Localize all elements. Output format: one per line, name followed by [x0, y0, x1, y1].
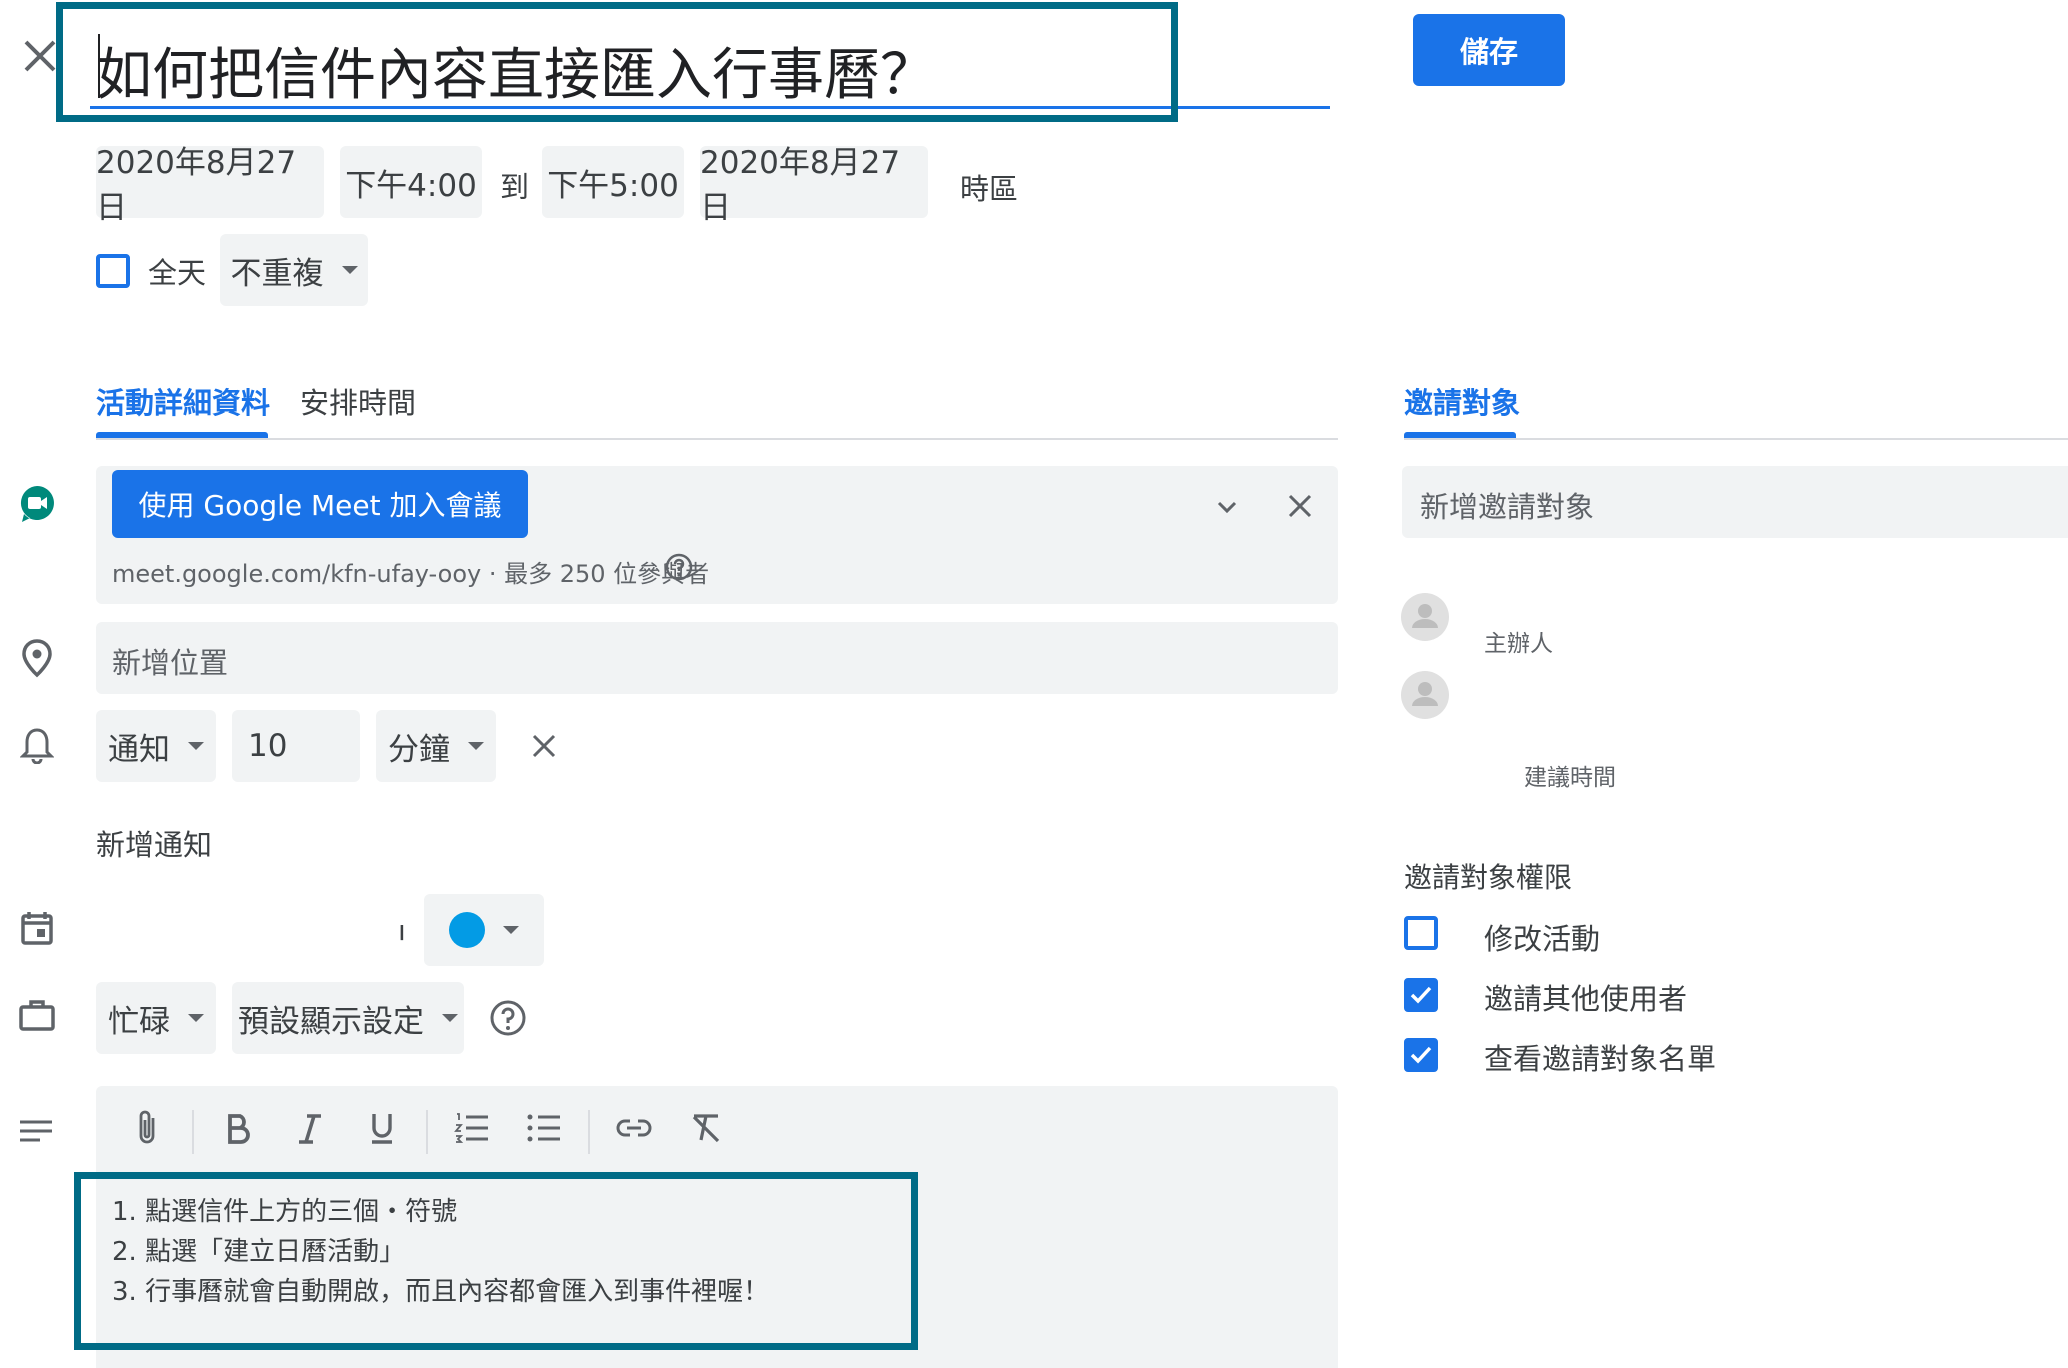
start-time-text: 下午4:00 — [345, 167, 477, 204]
tab-find-time[interactable]: 安排時間 — [300, 380, 416, 422]
modify-event-checkbox[interactable] — [1404, 916, 1438, 950]
bulleted-list-button[interactable] — [520, 1104, 568, 1152]
save-button[interactable]: 儲存 — [1413, 14, 1565, 86]
description-icon — [20, 1120, 52, 1142]
invite-others-label: 邀請其他使用者 — [1484, 982, 1688, 1016]
all-day-label: 全天 — [148, 256, 207, 290]
chevron-down-icon[interactable] — [1212, 492, 1242, 522]
attachment-button[interactable] — [124, 1104, 172, 1152]
location-input[interactable]: 新增位置 — [96, 622, 1338, 694]
invite-others-checkbox[interactable] — [1404, 978, 1438, 1012]
suggest-times-button[interactable]: 建議時間 — [1524, 758, 1616, 792]
notification-value-text: 10 — [248, 728, 288, 764]
clear-formatting-button[interactable] — [682, 1104, 730, 1152]
numbered-list-button[interactable] — [448, 1104, 496, 1152]
bulleted-list-icon — [527, 1114, 560, 1142]
notification-type-text: 通知 — [108, 731, 170, 768]
bell-icon — [20, 728, 54, 764]
end-date-text: 2020年8月27日 — [700, 145, 901, 226]
google-meet-icon — [20, 486, 54, 522]
paperclip-icon — [139, 1110, 155, 1144]
end-date-field[interactable]: 2020年8月27日 — [700, 145, 928, 226]
repeat-text: 不重複 — [230, 255, 324, 292]
chevron-down-icon — [468, 742, 484, 750]
modify-event-label: 修改活動 — [1484, 922, 1601, 956]
organizer-label: 主辦人 — [1484, 631, 1553, 657]
help-icon[interactable] — [488, 998, 528, 1038]
end-time-text: 下午5:00 — [547, 167, 679, 204]
start-date-field[interactable]: 2020年8月27日 — [96, 145, 324, 226]
see-guest-list-label: 查看邀請對象名單 — [1484, 1042, 1717, 1076]
check-icon — [1410, 1046, 1432, 1064]
chevron-down-icon — [503, 926, 519, 934]
chevron-down-icon — [188, 742, 204, 750]
toolbar-separator — [588, 1110, 590, 1154]
calendar-icon — [21, 912, 53, 945]
underline-icon — [372, 1114, 392, 1144]
notification-type-dropdown[interactable]: 通知 — [96, 710, 216, 782]
remove-meet-icon[interactable] — [1284, 490, 1316, 522]
add-guests-placeholder: 新增邀請對象 — [1420, 490, 1595, 524]
repeat-dropdown[interactable]: 不重複 — [220, 234, 368, 306]
check-icon — [1410, 986, 1432, 1004]
link-button[interactable] — [610, 1104, 658, 1152]
event-color-dropdown[interactable] — [424, 894, 544, 966]
bold-button[interactable] — [214, 1104, 262, 1152]
description-highlight-frame — [74, 1172, 918, 1350]
guests-divider — [1404, 438, 2068, 440]
visibility-text: 預設顯示設定 — [238, 1003, 424, 1040]
see-guest-list-checkbox[interactable] — [1404, 1038, 1438, 1072]
join-meet-button[interactable]: 使用 Google Meet 加入會議 — [112, 470, 528, 538]
avatar-icon — [1401, 593, 1449, 641]
notification-unit-text: 分鐘 — [388, 731, 450, 768]
to-label: 到 — [500, 170, 530, 204]
numbered-list-icon — [454, 1113, 488, 1143]
chevron-down-icon — [188, 1014, 204, 1022]
italic-icon — [299, 1114, 321, 1144]
calendar-name: ı — [398, 914, 406, 947]
link-icon — [616, 1119, 652, 1137]
briefcase-icon — [19, 1000, 55, 1031]
remove-notification-icon[interactable] — [528, 730, 560, 762]
help-icon[interactable] — [664, 552, 694, 582]
italic-button[interactable] — [286, 1104, 334, 1152]
tab-event-details[interactable]: 活動詳細資料 — [96, 380, 270, 422]
save-label: 儲存 — [1459, 35, 1518, 69]
tabs-divider — [96, 438, 1338, 440]
chevron-down-icon — [442, 1014, 458, 1022]
timezone-button[interactable]: 時區 — [960, 166, 1018, 208]
toolbar-separator — [192, 1110, 194, 1154]
permissions-title: 邀請對象權限 — [1404, 861, 1573, 894]
notification-unit-dropdown[interactable]: 分鐘 — [376, 710, 496, 782]
tab-guests[interactable]: 邀請對象 — [1404, 380, 1520, 422]
color-dot — [449, 912, 485, 948]
location-placeholder: 新增位置 — [112, 646, 229, 680]
visibility-dropdown[interactable]: 預設顯示設定 — [232, 982, 464, 1054]
meet-link[interactable]: meet.google.com/kfn-ufay-ooy · 最多 250 位參… — [112, 554, 709, 589]
end-time-field[interactable]: 下午5:00 — [542, 146, 684, 218]
start-time-field[interactable]: 下午4:00 — [340, 146, 482, 218]
busy-text: 忙碌 — [108, 1003, 170, 1040]
add-notification-button[interactable]: 新增通知 — [96, 822, 212, 864]
title-highlight-frame — [56, 2, 1178, 122]
join-meet-label: 使用 Google Meet 加入會議 — [138, 489, 502, 522]
notification-value-input[interactable]: 10 — [232, 710, 360, 782]
add-guests-input[interactable]: 新增邀請對象 — [1402, 466, 2068, 538]
start-date-text: 2020年8月27日 — [96, 145, 297, 226]
all-day-checkbox[interactable] — [96, 254, 130, 288]
toolbar-separator — [426, 1110, 428, 1154]
clear-formatting-icon — [692, 1114, 720, 1143]
avatar-icon — [1401, 671, 1449, 719]
bold-icon — [228, 1114, 250, 1144]
busy-dropdown[interactable]: 忙碌 — [96, 982, 216, 1054]
location-pin-icon — [22, 639, 52, 678]
chevron-down-icon — [341, 266, 358, 274]
underline-button[interactable] — [358, 1104, 406, 1152]
